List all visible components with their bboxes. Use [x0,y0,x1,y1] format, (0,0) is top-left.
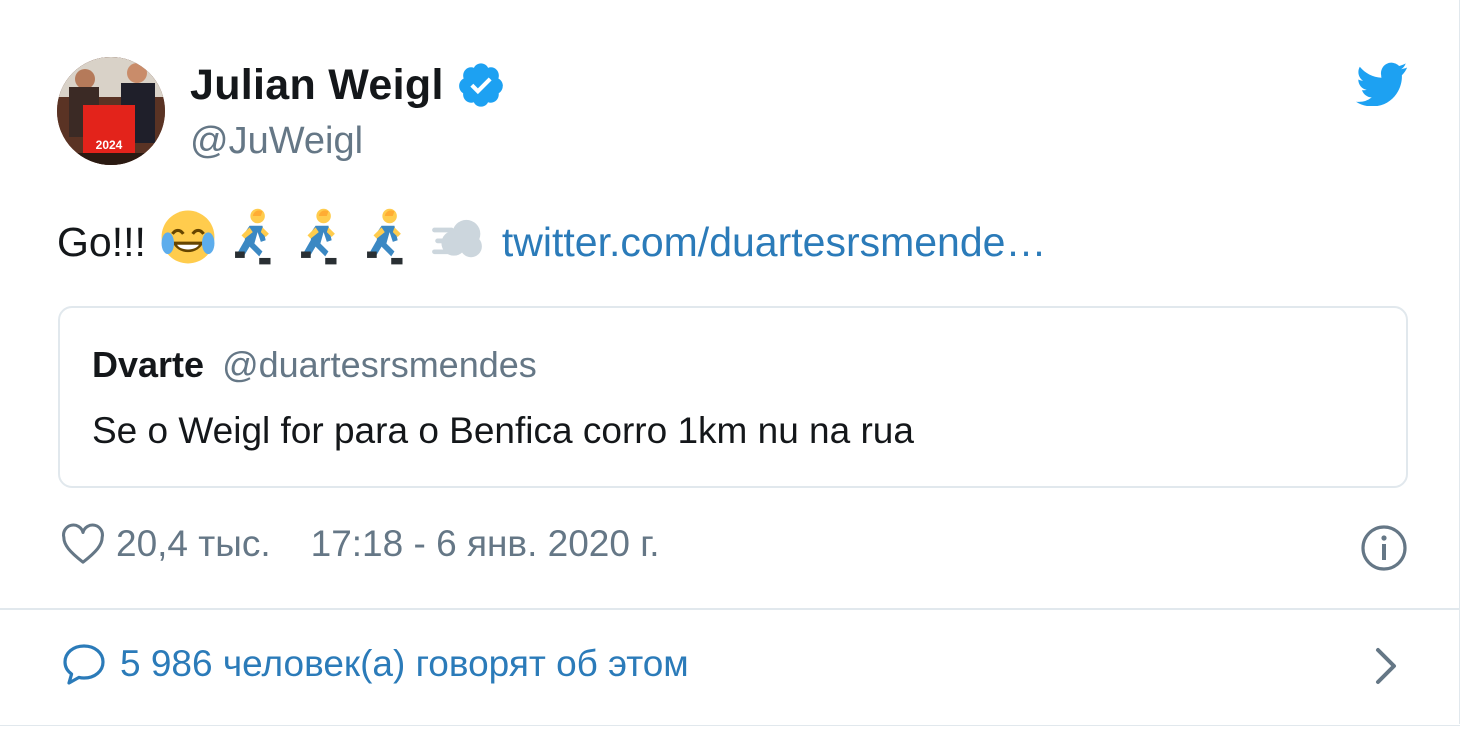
tweet-link[interactable]: twitter.com/duartesrsmende… [502,219,1047,266]
person-running-icon [362,208,414,276]
author-name-row[interactable]: Julian Weigl [190,60,506,110]
like-count[interactable]: 20,4 тыс. [116,523,271,565]
tweet-text: Go!!! twitter.com/duartesrsmende… [57,208,1046,276]
author-display-name[interactable]: Julian Weigl [190,61,444,110]
person-running-icon [230,208,282,276]
dashing-away-icon [428,209,486,275]
quoted-tweet-text: Se o Weigl for para o Benfica corro 1km … [92,410,914,451]
tweet-meta: 20,4 тыс. 17:18 - 6 янв. 2020 г. [60,522,660,566]
conversation-count[interactable]: 5 986 человек(а) говорят об этом [120,643,689,685]
divider [0,608,1460,610]
quoted-author-handle: @duartesrsmendes [222,344,537,385]
face-with-tears-of-joy-icon [160,209,216,275]
avatar[interactable]: 2024 [57,57,165,165]
svg-text:2024: 2024 [96,138,123,152]
heart-icon [62,523,104,564]
person-running-icon [296,208,348,276]
verified-badge-icon [456,60,506,110]
tweet-timestamp[interactable]: 17:18 - 6 янв. 2020 г. [311,523,660,565]
conversation-link[interactable]: 5 986 человек(а) говорят об этом [60,640,689,688]
quoted-author-name: Dvarte [92,344,205,385]
twitter-bird-icon[interactable] [1356,62,1408,107]
card-border-bottom [0,725,1460,726]
like-button[interactable]: 20,4 тыс. [60,522,271,566]
chevron-right-icon[interactable] [1372,644,1400,688]
quoted-tweet-header: Dvarte @duartesrsmendes [92,344,537,386]
embedded-tweet-card: 2024 Julian Weigl @JuWeigl Go!!! twitter… [0,0,1460,734]
speech-bubble-icon [63,644,105,685]
quoted-tweet[interactable]: Dvarte @duartesrsmendes Se o Weigl for p… [58,306,1408,488]
tweet-body: Go!!! [57,218,146,265]
author-handle[interactable]: @JuWeigl [190,120,363,163]
info-icon[interactable] [1360,524,1408,572]
